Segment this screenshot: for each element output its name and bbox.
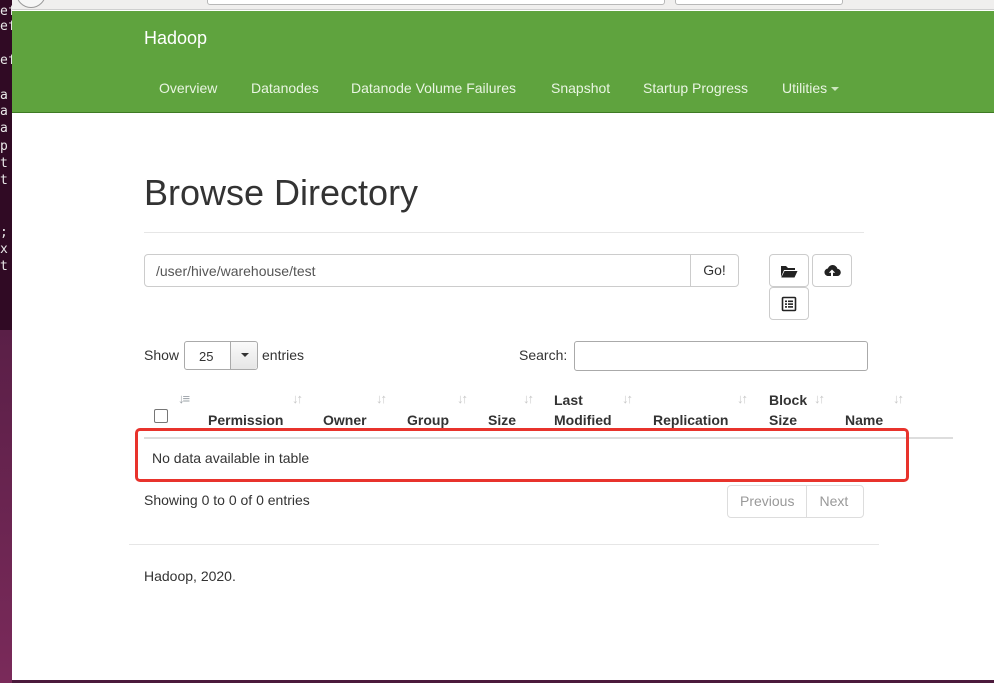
directory-path-input[interactable] <box>144 254 691 287</box>
footer-divider <box>129 544 879 545</box>
folder-open-icon <box>781 265 798 277</box>
sort-both-icon[interactable]: ↓↑ <box>457 391 468 406</box>
nav-overview[interactable]: Overview <box>159 80 217 96</box>
sort-both-icon[interactable]: ↓↑ <box>523 391 534 406</box>
column-header-block-size[interactable]: Block Size <box>769 390 807 430</box>
terminal-line: a <box>0 121 8 136</box>
footer-text: Hadoop, 2020. <box>144 568 236 584</box>
create-directory-button[interactable] <box>769 254 809 287</box>
terminal-line: ef <box>0 4 12 19</box>
cloud-upload-icon <box>824 264 841 277</box>
page: Hadoop Overview Datanodes Datanode Volum… <box>12 10 994 680</box>
cut-paste-button[interactable] <box>769 287 809 320</box>
terminal-line: t <box>0 173 8 188</box>
column-header-replication[interactable]: Replication <box>653 410 728 430</box>
next-page-button[interactable]: Next <box>806 486 860 517</box>
nav-utilities-label: Utilities <box>782 80 828 96</box>
sort-asc-icon[interactable]: ↓≡ <box>178 391 190 406</box>
sort-both-icon[interactable]: ↓↑ <box>893 391 904 406</box>
nav-snapshot[interactable]: Snapshot <box>551 80 610 96</box>
sort-both-icon[interactable]: ↓↑ <box>622 391 633 406</box>
column-header-name[interactable]: Name <box>845 410 883 430</box>
terminal-line: t <box>0 259 8 274</box>
desktop-background <box>0 330 12 683</box>
nav-datanode-volume-failures[interactable]: Datanode Volume Failures <box>351 80 516 96</box>
table-search-input[interactable] <box>574 341 868 371</box>
title-divider <box>144 232 864 233</box>
brand-logo[interactable]: Hadoop <box>144 28 207 49</box>
terminal-line: a <box>0 104 8 119</box>
terminal-line: ef <box>0 53 12 68</box>
go-button[interactable]: Go! <box>690 254 739 287</box>
terminal-line: p <box>0 139 8 154</box>
browser-toolbar <box>12 0 994 10</box>
entries-per-page-select[interactable]: 25 <box>184 341 258 370</box>
column-header-group[interactable]: Group <box>407 410 449 430</box>
back-button[interactable] <box>16 0 46 8</box>
column-header-block-size-line1: Block <box>769 392 808 408</box>
navbar: Hadoop Overview Datanodes Datanode Volum… <box>12 11 994 113</box>
terminal-line: ef <box>0 19 12 34</box>
sort-both-icon[interactable]: ↓↑ <box>292 391 303 406</box>
select-all-checkbox[interactable] <box>154 409 168 423</box>
show-label: Show <box>144 347 180 363</box>
terminal-line: ; <box>0 225 8 240</box>
table-info: Showing 0 to 0 of 0 entries <box>144 492 310 508</box>
address-bar[interactable] <box>207 0 665 5</box>
entries-label: entries <box>262 347 305 363</box>
terminal-line: a <box>0 88 8 103</box>
upload-button[interactable] <box>812 254 852 287</box>
table-header-divider <box>144 437 953 439</box>
entries-per-page-value: 25 <box>199 349 214 364</box>
table-empty-message: No data available in table <box>152 450 310 466</box>
previous-page-button[interactable]: Previous <box>728 486 806 517</box>
nav-datanodes[interactable]: Datanodes <box>251 80 319 96</box>
pagination: Previous Next <box>727 485 864 518</box>
browser-search-bar[interactable] <box>675 0 843 5</box>
page-title: Browse Directory <box>144 172 419 213</box>
terminal-line: x <box>0 242 8 257</box>
column-header-last-modified[interactable]: Last Modified <box>554 390 612 430</box>
column-header-size[interactable]: Size <box>488 410 516 430</box>
chevron-down-icon <box>230 342 257 369</box>
terminal-line: t <box>0 156 8 171</box>
nav-startup-progress[interactable]: Startup Progress <box>643 80 748 96</box>
column-header-permission[interactable]: Permission <box>208 410 283 430</box>
caret-down-icon <box>831 87 840 92</box>
sort-both-icon[interactable]: ↓↑ <box>376 391 387 406</box>
sort-both-icon[interactable]: ↓↑ <box>737 391 748 406</box>
search-label: Search: <box>519 347 568 363</box>
column-header-block-size-line2: Size <box>769 412 798 428</box>
column-header-last-modified-line2: Modified <box>554 412 612 428</box>
list-alt-icon <box>781 296 797 311</box>
column-header-owner[interactable]: Owner <box>323 410 367 430</box>
sort-both-icon[interactable]: ↓↑ <box>814 391 825 406</box>
column-header-last-modified-line1: Last <box>554 392 583 408</box>
nav-utilities-dropdown[interactable]: Utilities <box>782 80 840 96</box>
